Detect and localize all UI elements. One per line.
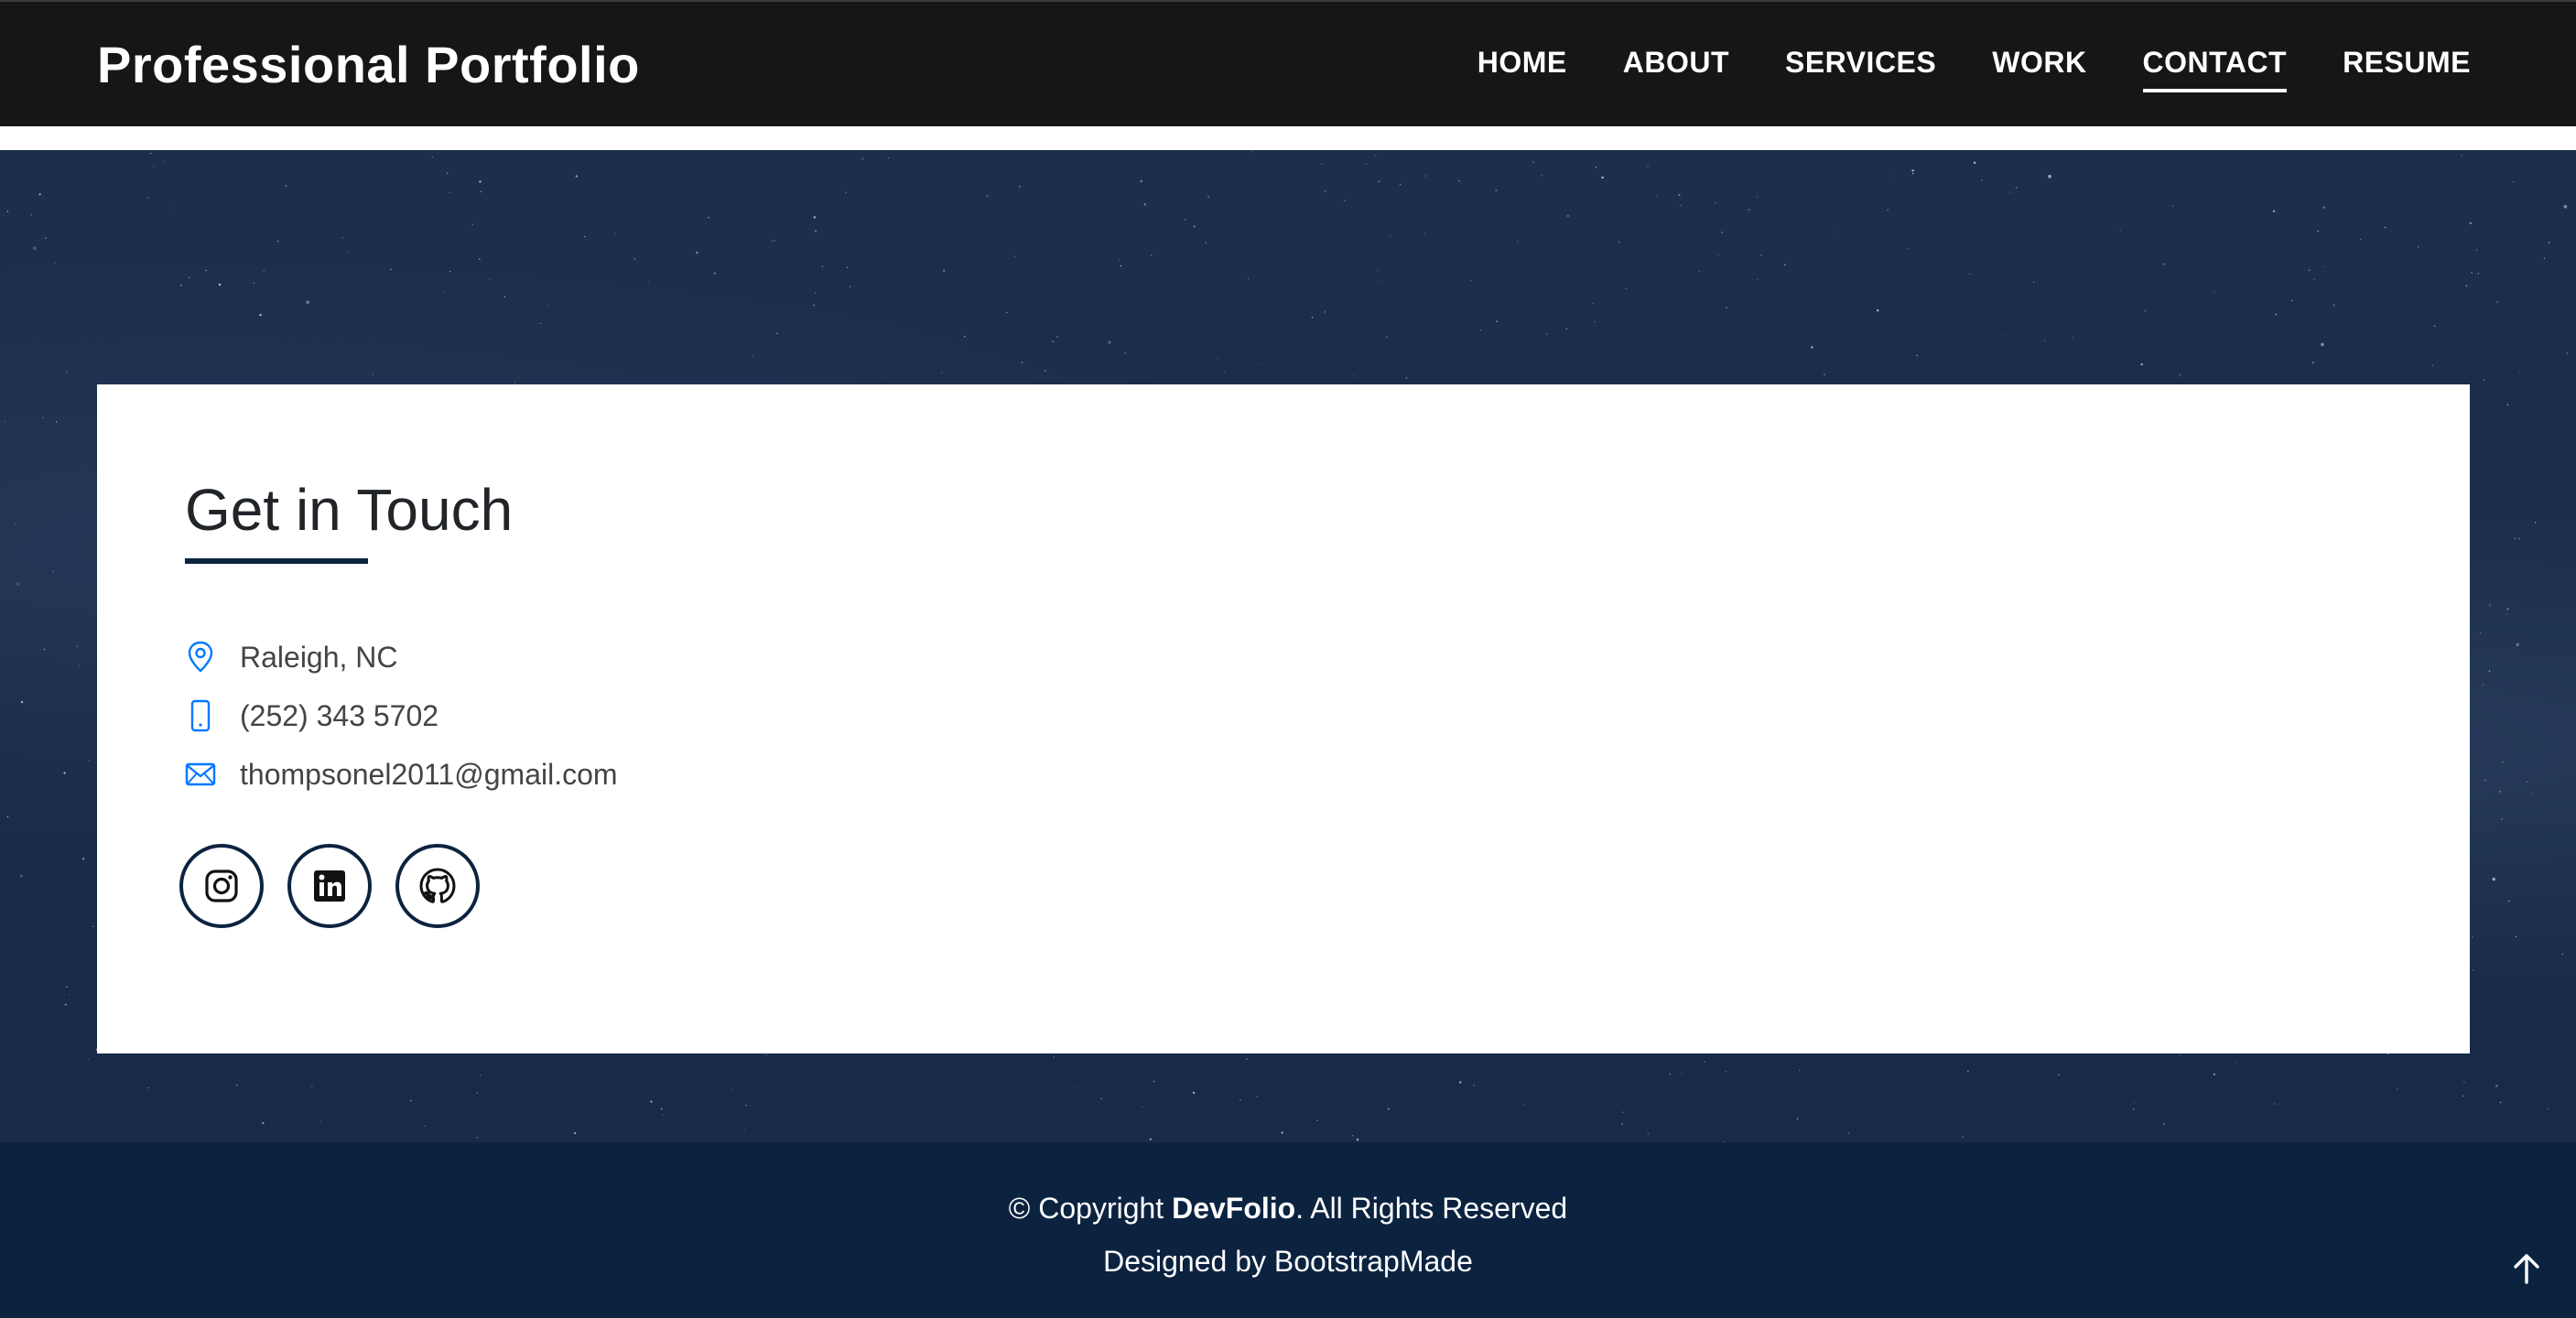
linkedin-button[interactable] — [287, 844, 372, 928]
contact-card: Get in Touch Raleigh, NC (252) 343 5702 — [97, 384, 2470, 1053]
site-brand[interactable]: Professional Portfolio — [97, 35, 640, 94]
github-icon — [419, 868, 456, 903]
instagram-icon — [205, 870, 238, 902]
nav-work[interactable]: WORK — [1992, 46, 2086, 92]
copyright-prefix: © Copyright — [1008, 1192, 1173, 1225]
nav-about[interactable]: ABOUT — [1623, 46, 1729, 92]
arrow-up-icon — [2514, 1254, 2539, 1284]
phone-icon — [185, 697, 216, 734]
credits-text[interactable]: Designed by BootstrapMade — [0, 1245, 2576, 1279]
copyright-text: © Copyright DevFolio. All Rights Reserve… — [0, 1192, 2576, 1226]
site-footer: © Copyright DevFolio. All Rights Reserve… — [0, 1142, 2576, 1318]
envelope-icon — [185, 756, 216, 793]
title-underline — [185, 558, 368, 564]
github-button[interactable] — [395, 844, 480, 928]
contact-title: Get in Touch — [185, 477, 514, 543]
nav-services[interactable]: SERVICES — [1785, 46, 1936, 92]
copyright-brand: DevFolio — [1172, 1192, 1296, 1225]
nav-resume[interactable]: RESUME — [2343, 46, 2471, 92]
header-spacer — [0, 126, 2576, 150]
main-nav: HOME ABOUT SERVICES WORK CONTACT RESUME — [1477, 46, 2471, 92]
contact-location: Raleigh, NC — [185, 639, 398, 675]
contact-phone: (252) 343 5702 — [185, 697, 438, 734]
copyright-suffix: . All Rights Reserved — [1295, 1192, 1568, 1225]
contact-email: thompsonel2011@gmail.com — [185, 756, 618, 793]
phone-text[interactable]: (252) 343 5702 — [240, 699, 438, 733]
email-text[interactable]: thompsonel2011@gmail.com — [240, 758, 618, 792]
instagram-button[interactable] — [179, 844, 264, 928]
location-text: Raleigh, NC — [240, 640, 398, 674]
nav-home[interactable]: HOME — [1477, 46, 1567, 92]
site-header: Professional Portfolio HOME ABOUT SERVIC… — [0, 2, 2576, 126]
map-pin-icon — [185, 639, 216, 675]
back-to-top-button[interactable] — [2508, 1250, 2545, 1287]
social-links — [179, 844, 480, 928]
linkedin-icon — [314, 870, 345, 902]
nav-contact[interactable]: CONTACT — [2142, 46, 2288, 92]
